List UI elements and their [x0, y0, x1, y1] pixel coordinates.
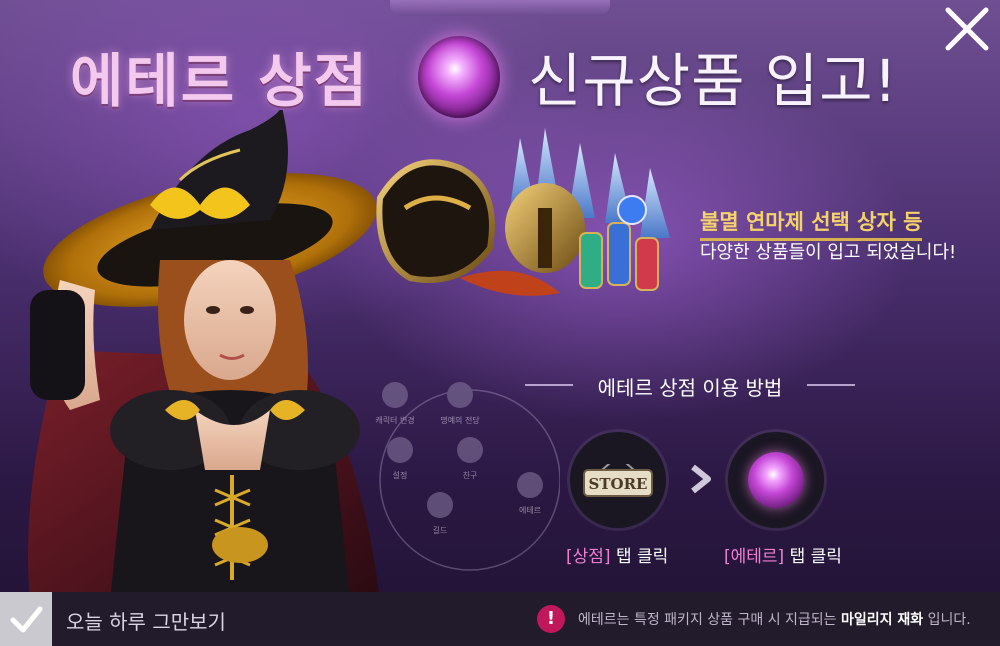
step-aether-label-highlight: [에테르]: [724, 547, 785, 567]
aether-shop-banner: 에테르 상점 신규상품 입고! 불멸 연마제 선택 상자 등 다양한 상품들이 …: [0, 0, 1000, 646]
dismiss-today-label[interactable]: 오늘 하루 그만보기: [66, 606, 226, 635]
usage-guide-title: 에테르 상점 이용 방법: [597, 376, 783, 400]
menu-item-settings: 설정: [393, 470, 408, 480]
notice-suffix: 입니다.: [923, 612, 971, 628]
usage-guide-header: 에테르 상점 이용 방법: [525, 370, 855, 400]
notice-prefix: 에테르는 특정 패키지 상품 구매 시 지급되는: [578, 612, 841, 628]
menu-item-aether: 에테르: [519, 506, 541, 515]
step-store-tab: STORE: [570, 432, 666, 528]
title-shop-name: 에테르 상점: [70, 47, 369, 115]
aether-orb-icon: [418, 36, 500, 118]
step-aether-label-rest: 탭 클릭: [784, 547, 842, 567]
featured-items-illustration: [376, 128, 670, 296]
dismiss-today-checkbox[interactable]: [0, 592, 52, 646]
menu-item-character: 캐릭터 변경: [375, 415, 414, 425]
step-aether-label: [에테르] 탭 클릭: [724, 542, 842, 567]
divider: [807, 384, 855, 386]
exclamation-icon: !: [537, 605, 565, 633]
title-new-items: 신규상품 입고!: [528, 47, 898, 115]
menu-item-guild: 길드: [433, 526, 448, 535]
menu-item-hall-of-fame: 명예의 전당: [440, 415, 480, 425]
store-sign-text: STORE: [589, 475, 648, 493]
top-ornament: [390, 0, 610, 16]
bottom-bar: 오늘 하루 그만보기 ! 에테르는 특정 패키지 상품 구매 시 지급되는 마일…: [0, 592, 1000, 646]
notice-bold: 마일리지 재화: [841, 612, 924, 628]
checkmark-icon: [10, 606, 43, 633]
store-sign-icon: STORE: [583, 464, 653, 497]
banner-title: 에테르 상점 신규상품 입고!: [60, 22, 960, 122]
notice-text: 에테르는 특정 패키지 상품 구매 시 지급되는 마일리지 재화 입니다.: [578, 609, 971, 629]
chevron-right-icon: [691, 464, 711, 494]
promo-highlight: 불멸 연마제 선택 상자 등: [700, 206, 923, 241]
menu-item-friends: 친구: [463, 470, 478, 480]
promo-description: 다양한 상품들이 입고 되었습니다!: [700, 242, 957, 263]
step-store-label-rest: 탭 클릭: [610, 547, 669, 567]
aether-orb-icon: [748, 452, 804, 508]
step-store-label: [상점] 탭 클릭: [566, 542, 668, 567]
step-aether-tab: [728, 432, 824, 528]
step-store-label-highlight: [상점]: [566, 547, 611, 567]
